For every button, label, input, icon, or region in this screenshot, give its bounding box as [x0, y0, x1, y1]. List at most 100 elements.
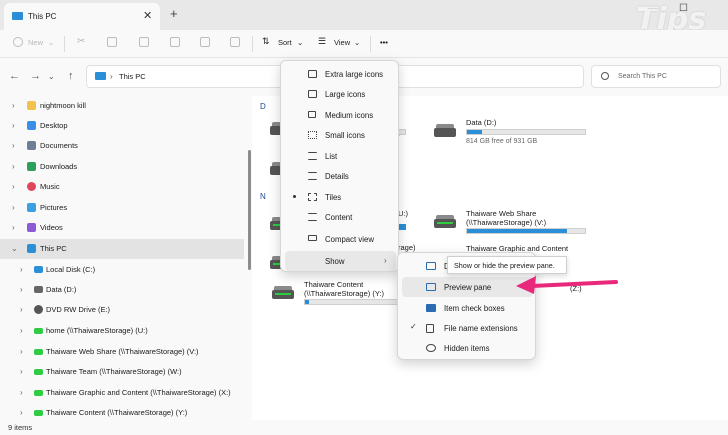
sidebar-scrollbar[interactable] — [248, 150, 251, 270]
list-icon — [308, 152, 317, 160]
menu-item-small-icons[interactable]: Small icons — [285, 125, 396, 145]
breadcrumb-chevron-icon: › — [110, 72, 113, 81]
menu-item-content[interactable]: Content — [285, 207, 396, 227]
sidebar-item-desktop[interactable]: › Desktop — [0, 116, 244, 136]
usage-bar — [466, 129, 586, 135]
chevron-down-icon: ⌄ — [354, 38, 361, 47]
sidebar-item-web-share-v[interactable]: › Thaiware Web Share (\\ThaiwareStorage)… — [0, 342, 244, 362]
group-header-devices[interactable]: D — [260, 102, 266, 111]
submenu-item-item-check-boxes[interactable]: Item check boxes — [402, 298, 533, 318]
pictures-icon — [27, 203, 36, 212]
drive-icon — [34, 286, 43, 293]
selected-dot-icon — [293, 195, 296, 198]
download-icon — [27, 162, 36, 171]
drive-tile-data-d[interactable]: Data (D:) 814 GB free of 931 GB — [434, 118, 594, 152]
tab-title: This PC — [28, 12, 57, 21]
sidebar-item-graphic-x[interactable]: › Thaiware Graphic and Content (\\Thaiwa… — [0, 383, 244, 403]
drive-tile-web-share-v[interactable]: Thaiware Web Share (\\ThaiwareStorage) (… — [434, 209, 594, 249]
new-tab-button[interactable]: + — [170, 6, 178, 21]
group-header-network[interactable]: N — [260, 192, 266, 201]
partial-label-w: rage) — [398, 243, 416, 252]
rename-icon[interactable] — [170, 37, 180, 47]
sidebar-item-music[interactable]: › Music — [0, 177, 244, 197]
back-arrow-icon[interactable]: ← — [9, 70, 20, 82]
divider — [64, 36, 65, 52]
computer-icon — [95, 72, 106, 80]
dvd-drive-icon — [34, 305, 43, 314]
share-icon[interactable] — [200, 37, 210, 47]
chevron-down-icon[interactable]: ⌄ — [48, 72, 55, 81]
breadcrumb: This PC — [119, 72, 146, 81]
sidebar-item-this-pc[interactable]: ⌄ This PC — [0, 239, 244, 259]
tiles-icon — [308, 193, 317, 201]
usage-bar-partial — [398, 224, 406, 230]
cut-icon[interactable]: ✂ — [77, 36, 85, 47]
drive-icon — [34, 266, 43, 273]
monitor-icon — [308, 90, 317, 98]
menu-item-tiles[interactable]: Tiles — [285, 187, 396, 207]
network-drive-icon — [34, 328, 43, 334]
submenu-item-hidden-items[interactable]: Hidden items — [402, 338, 533, 358]
more-options-button[interactable]: ••• — [380, 38, 388, 47]
close-tab-icon[interactable]: ✕ — [143, 9, 152, 22]
small-icons-icon — [308, 131, 317, 139]
new-button[interactable]: New — [28, 38, 43, 47]
eye-icon — [426, 344, 436, 352]
preview-pane-icon — [426, 283, 436, 291]
usage-bar-partial — [398, 129, 406, 135]
sidebar-item-pictures[interactable]: › Pictures — [0, 198, 244, 218]
menu-item-show[interactable]: Show › — [285, 251, 396, 271]
desktop-icon — [27, 121, 36, 130]
computer-icon — [27, 244, 36, 253]
menu-item-compact-view[interactable]: Compact view — [285, 229, 396, 249]
checkmark-icon: ✓ — [410, 322, 417, 331]
menu-item-list[interactable]: List — [285, 146, 396, 166]
computer-icon — [12, 12, 23, 20]
sidebar-item-data-d[interactable]: › Data (D:) — [0, 280, 244, 300]
navigation-pane: › nightmoon kill › Desktop › Documents ›… — [0, 96, 252, 420]
network-drive-icon — [34, 410, 43, 416]
drive-icon — [434, 124, 456, 140]
sidebar-item-local-disk-c[interactable]: › Local Disk (C:) — [0, 260, 244, 280]
documents-icon — [27, 141, 36, 150]
sort-icon: ⇅ — [262, 36, 270, 46]
paste-icon[interactable] — [139, 37, 149, 47]
monitor-icon — [308, 111, 316, 118]
tab-this-pc[interactable]: This PC ✕ — [4, 3, 160, 30]
annotation-arrow-icon — [516, 276, 618, 294]
forward-arrow-icon[interactable]: → — [30, 70, 41, 82]
delete-icon[interactable] — [230, 37, 240, 47]
details-icon — [308, 172, 317, 180]
copy-icon[interactable] — [107, 37, 117, 47]
chevron-right-icon: › — [384, 256, 387, 265]
checkbox-icon — [426, 304, 436, 312]
sidebar-item-downloads[interactable]: › Downloads — [0, 157, 244, 177]
sidebar-item-dvd-e[interactable]: › DVD RW Drive (E:) — [0, 300, 244, 320]
command-bar: New ⌄ ✂ ⇅ Sort ⌄ ☰ View ⌄ ••• — [0, 30, 728, 58]
sidebar-item-team-w[interactable]: › Thaiware Team (\\ThaiwareStorage) (W:) — [0, 362, 244, 382]
sidebar-item-home-u[interactable]: › home (\\ThaiwareStorage) (U:) — [0, 321, 244, 341]
search-icon — [601, 72, 609, 80]
sort-button[interactable]: Sort — [278, 38, 292, 47]
divider — [370, 36, 371, 52]
chevron-down-icon: ⌄ — [48, 38, 55, 47]
menu-item-extra-large-icons[interactable]: Extra large icons — [285, 64, 396, 84]
network-drive-icon — [34, 390, 43, 396]
up-arrow-icon[interactable]: ↑ — [68, 70, 74, 82]
menu-item-details[interactable]: Details — [285, 166, 396, 186]
content-icon — [308, 213, 317, 221]
menu-item-medium-icons[interactable]: Medium icons — [285, 105, 396, 125]
search-input[interactable]: Search This PC — [591, 65, 721, 88]
network-drive-icon — [434, 215, 456, 231]
network-drive-icon — [34, 349, 43, 355]
videos-icon — [27, 223, 36, 232]
compact-view-icon — [308, 235, 317, 241]
view-button[interactable]: View — [334, 38, 350, 47]
sidebar-item-nightmoon-kill[interactable]: › nightmoon kill — [0, 96, 244, 116]
search-placeholder: Search This PC — [618, 73, 667, 80]
menu-item-large-icons[interactable]: Large icons — [285, 84, 396, 104]
sidebar-item-documents[interactable]: › Documents — [0, 136, 244, 156]
submenu-item-file-name-extensions[interactable]: ✓ File name extensions — [402, 318, 533, 338]
sidebar-item-videos[interactable]: › Videos — [0, 218, 244, 238]
music-icon — [27, 182, 36, 191]
